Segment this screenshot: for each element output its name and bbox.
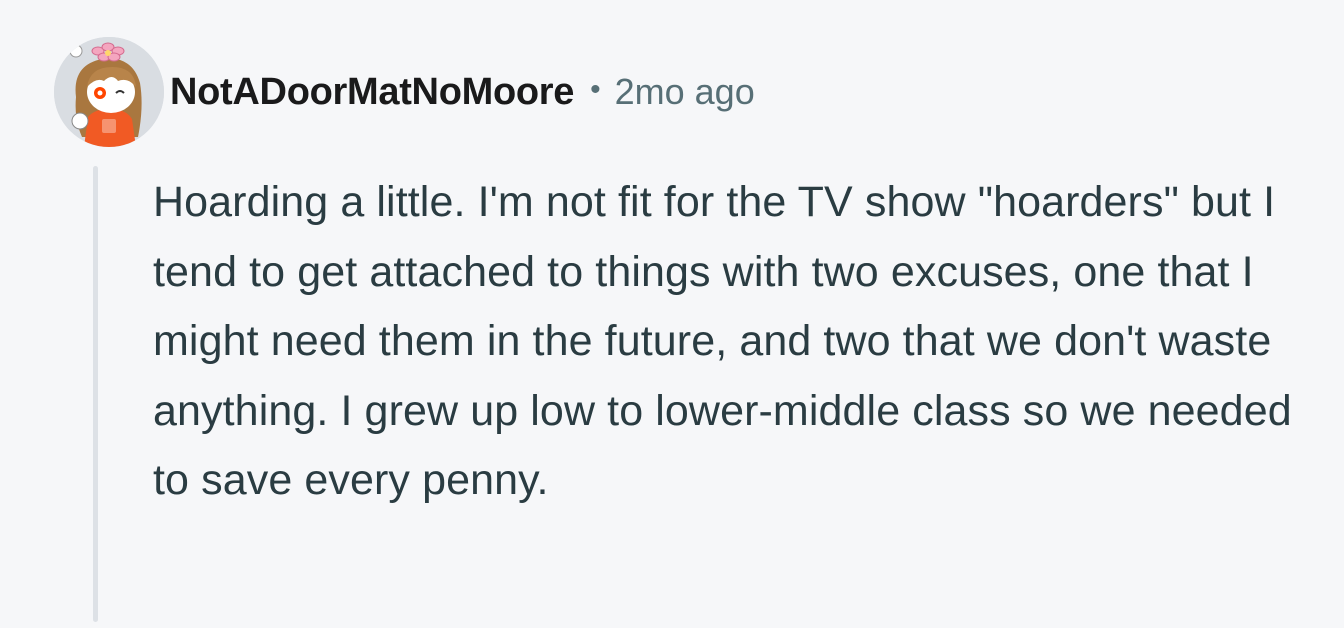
timestamp[interactable]: 2mo ago (615, 71, 755, 113)
comment-body: Hoarding a little. I'm not fit for the T… (153, 178, 1292, 504)
thread-line[interactable] (93, 166, 98, 622)
comment-header: NotADoorMatNoMoore • 2mo ago (54, 36, 755, 148)
snoo-avatar-icon[interactable] (54, 37, 164, 147)
username[interactable]: NotADoorMatNoMoore (170, 71, 574, 114)
comment-card: NotADoorMatNoMoore • 2mo ago Hoarding a … (0, 0, 1344, 628)
meta-separator: • (590, 73, 601, 106)
